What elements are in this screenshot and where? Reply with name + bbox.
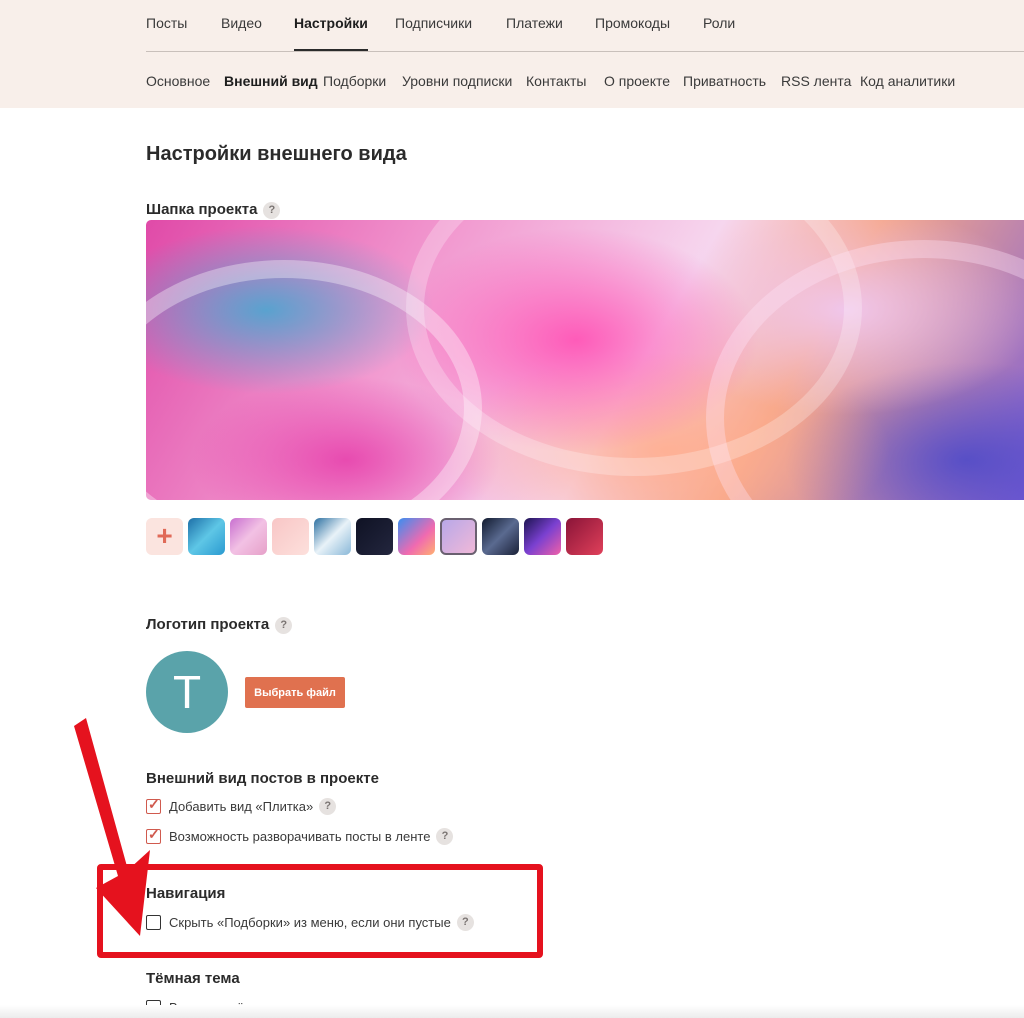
page-title: Настройки внешнего вида [146, 143, 407, 165]
subtab-about[interactable]: О проекте [604, 73, 670, 89]
subtab-rss[interactable]: RSS лента [781, 73, 851, 89]
subtab-collections[interactable]: Подборки [323, 73, 386, 89]
subtab-privacy[interactable]: Приватность [683, 73, 766, 89]
cover-preset-thumbnail[interactable] [398, 518, 435, 555]
tile-view-checkbox[interactable] [146, 796, 161, 815]
expand-posts-option: Возможность разворачивать посты в ленте? [146, 826, 454, 846]
cover-image[interactable] [146, 220, 1024, 500]
highlight-box-annotation [97, 864, 543, 958]
cover-preset-thumbnail[interactable] [566, 518, 603, 555]
expand-posts-label: Возможность разворачивать посты в ленте [169, 829, 431, 845]
expand-posts-checkbox[interactable] [146, 826, 161, 845]
project-logo-avatar: T [146, 651, 228, 733]
dark-theme-section-label: Тёмная тема [146, 970, 240, 987]
subtab-contacts[interactable]: Контакты [526, 73, 586, 89]
tile-view-help-icon[interactable]: ? [319, 798, 337, 816]
logo-label-text: Логотип проекта [146, 616, 270, 633]
cover-preset-thumbnail[interactable] [188, 518, 225, 555]
cover-preset-thumbnail[interactable] [314, 518, 351, 555]
bottom-fade [0, 1005, 1024, 1018]
subtab-analytics[interactable]: Код аналитики [860, 73, 955, 89]
expand-posts-help-icon[interactable]: ? [436, 828, 454, 846]
tab-roles[interactable]: Роли [703, 15, 735, 31]
settings-header: Посты Видео Настройки Подписчики Платежи… [0, 0, 1024, 108]
cover-preset-thumbnail[interactable] [440, 518, 477, 555]
cover-preset-thumbnail[interactable] [272, 518, 309, 555]
cover-label-text: Шапка проекта [146, 201, 258, 218]
tile-view-option: Добавить вид «Плитка»? [146, 796, 337, 816]
logo-section-label: Логотип проекта? [146, 616, 293, 634]
add-cover-button[interactable]: + [146, 518, 183, 555]
cover-preset-thumbnail[interactable] [356, 518, 393, 555]
cover-section-label: Шапка проекта? [146, 201, 281, 219]
tile-view-label: Добавить вид «Плитка» [169, 799, 314, 815]
cover-preset-thumbnail[interactable] [524, 518, 561, 555]
cover-help-icon[interactable]: ? [263, 201, 281, 219]
posts-view-section-label: Внешний вид постов в проекте [146, 770, 379, 787]
cover-preset-thumbnail[interactable] [482, 518, 519, 555]
tab-settings[interactable]: Настройки [294, 15, 368, 51]
tab-video[interactable]: Видео [221, 15, 262, 31]
tab-subscribers[interactable]: Подписчики [395, 15, 472, 31]
tabs-divider [146, 51, 1024, 52]
tab-promocodes[interactable]: Промокоды [595, 15, 670, 31]
subtab-appearance[interactable]: Внешний вид [224, 73, 318, 89]
tab-posts[interactable]: Посты [146, 15, 187, 31]
subtab-general[interactable]: Основное [146, 73, 210, 89]
cover-preset-thumbnail[interactable] [230, 518, 267, 555]
logo-help-icon[interactable]: ? [275, 616, 293, 634]
subtab-subscription-levels[interactable]: Уровни подписки [402, 73, 512, 89]
tab-payments[interactable]: Платежи [506, 15, 563, 31]
choose-file-button[interactable]: Выбрать файл [245, 677, 345, 708]
